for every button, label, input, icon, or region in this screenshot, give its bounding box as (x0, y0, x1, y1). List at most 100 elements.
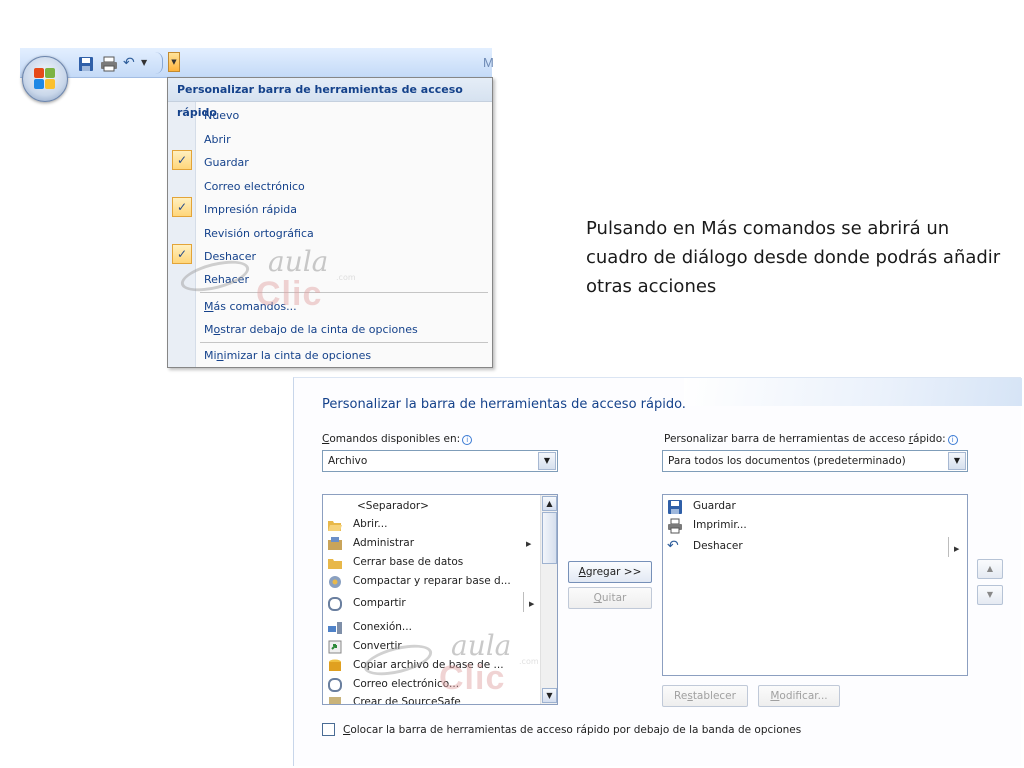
scroll-down-icon[interactable]: ▼ (542, 688, 557, 703)
sourcesafe-icon (329, 697, 341, 704)
share-icon (328, 597, 342, 611)
list-item-label: Administrar (353, 537, 415, 549)
manage-icon (328, 537, 342, 550)
mas-comandos-post: ás comandos... (213, 300, 297, 313)
customize-toolbar-label: Personalizar barra de herramientas de ac… (664, 433, 958, 445)
convert-icon (328, 640, 342, 654)
folder-open-icon (328, 521, 342, 531)
mas-comandos-key: M (204, 300, 214, 313)
scroll-up-icon[interactable]: ▲ (542, 496, 557, 511)
undo-icon: ↶ (667, 538, 679, 554)
submenu-arrow-icon: ▶ (526, 540, 532, 548)
reset-post: tablecer (692, 690, 736, 702)
move-up-button[interactable]: ▲ (977, 559, 1003, 579)
add-post: gregar >> (585, 566, 642, 578)
below-ribbon-checkbox[interactable] (322, 723, 335, 736)
modify-post: odificar... (779, 690, 828, 702)
remove-button[interactable]: Quitar (568, 587, 652, 609)
chevron-down-icon[interactable]: ▼ (538, 452, 556, 470)
menu-item-correo[interactable]: Correo electrónico (204, 180, 305, 193)
list-item-label: Deshacer (693, 540, 743, 552)
list-item-label: <Separador> (357, 500, 429, 512)
window-title-fragment: M (483, 55, 494, 70)
dialog-title: Personalizar la barra de herramientas de… (322, 397, 686, 412)
add-button[interactable]: Agregar >> (568, 561, 652, 583)
menu-item-guardar[interactable]: Guardar (204, 156, 249, 169)
customize-qat-dialog: Personalizar la barra de herramientas de… (293, 377, 1022, 766)
customize-label-pre: Personalizar barra de herramientas de ac… (664, 433, 909, 445)
scroll-thumb[interactable] (542, 512, 557, 564)
minimizar-key: n (216, 349, 224, 362)
save-icon[interactable] (78, 56, 94, 72)
below-ribbon-label[interactable]: Colocar la barra de herramientas de acce… (343, 724, 801, 736)
menu-item-deshacer[interactable]: Deshacer (204, 250, 256, 263)
info-icon[interactable]: i (947, 435, 958, 445)
connection-icon (328, 622, 342, 634)
commands-label-post: omandos disponibles en: (329, 433, 461, 445)
commands-available-select[interactable]: Archivo ▼ (322, 450, 558, 472)
copy-db-icon (329, 659, 341, 671)
list-item-label: Compactar y reparar base d... (353, 575, 511, 587)
check-icon: ✓ (172, 244, 192, 264)
list-item-label: Crear de SourceSafe (353, 696, 461, 705)
menu-item-minimizar[interactable]: Minimizar la cinta de opciones (204, 349, 371, 362)
commands-available-value: Archivo (328, 455, 368, 467)
mostrar-post: strar debajo de la cinta de opciones (220, 323, 418, 336)
list-item-label: Abrir... (353, 518, 388, 530)
list-item-label: Guardar (693, 500, 736, 512)
minimizar-pre: Mi (204, 349, 217, 362)
remove-post: uitar (601, 592, 627, 604)
minimizar-post: imizar la cinta de opciones (223, 349, 372, 362)
menu-gutter (168, 102, 196, 367)
office-button[interactable] (22, 56, 68, 102)
available-commands-list[interactable]: <Separador> Abrir... Administrar ▶ Cerra… (322, 494, 558, 705)
undo-icon[interactable]: ↶ (123, 55, 135, 71)
mostrar-pre: M (204, 323, 214, 336)
print-icon[interactable] (100, 56, 118, 72)
list-item-label: Copiar archivo de base de ... (353, 659, 504, 671)
menu-item-mostrar-debajo[interactable]: Mostrar debajo de la cinta de opciones (204, 323, 418, 336)
list-item-label: Convertir (353, 640, 402, 652)
customize-toolbar-select[interactable]: Para todos los documentos (predeterminad… (662, 450, 968, 472)
folder-close-icon (328, 559, 342, 569)
submenu-separator (523, 592, 524, 612)
list-item-label: Compartir (353, 597, 406, 609)
customize-label-post: ápido: (913, 433, 946, 445)
chevron-down-icon[interactable]: ▼ (948, 452, 966, 470)
toolbar-commands-list[interactable]: Guardar Imprimir... ↶ Deshacer ▶ (662, 494, 968, 676)
list-scrollbar[interactable]: ▲ ▼ (540, 495, 557, 704)
customize-qat-menu: Personalizar barra de herramientas de ac… (167, 77, 493, 368)
menu-divider (200, 342, 488, 343)
undo-dropdown-icon[interactable]: ▼ (141, 58, 147, 67)
list-item-label: Conexión... (353, 621, 412, 633)
add-key: A (578, 566, 586, 578)
menu-item-impresion-rapida[interactable]: Impresión rápida (204, 203, 297, 216)
menu-item-abrir[interactable]: Abrir (204, 133, 231, 146)
modify-button[interactable]: Modificar... (758, 685, 840, 707)
customize-toolbar-value: Para todos los documentos (predeterminad… (668, 455, 906, 467)
explanation-text: Pulsando en Más comandos se abrirá un cu… (586, 218, 1001, 297)
submenu-arrow-icon: ▶ (529, 600, 535, 608)
office-logo-icon (34, 68, 56, 90)
check-icon: ✓ (172, 150, 192, 170)
list-item-label: Correo electrónico... (353, 678, 460, 690)
list-item-label: Cerrar base de datos (353, 556, 464, 568)
menu-item-mas-comandos[interactable]: Más comandos... (204, 300, 297, 313)
commands-available-label: Comandos disponibles en: i (322, 433, 473, 445)
check-icon: ✓ (172, 197, 192, 217)
remove-key: Q (593, 592, 602, 604)
menu-divider (200, 292, 488, 293)
customize-toolbar-button[interactable]: ▼ (168, 52, 180, 72)
menu-item-nuevo[interactable]: Nuevo (204, 109, 239, 122)
menu-item-rehacer[interactable]: Rehacer (204, 273, 249, 286)
menu-item-revision[interactable]: Revisión ortográfica (204, 227, 314, 240)
info-icon[interactable]: i (462, 435, 473, 445)
reset-button[interactable]: Restablecer (662, 685, 748, 707)
move-down-button[interactable]: ▼ (977, 585, 1003, 605)
cb-post: olocar la barra de herramientas de acces… (350, 724, 802, 736)
reset-pre: Re (674, 690, 688, 702)
submenu-arrow-icon: ▶ (954, 545, 960, 553)
menu-title: Personalizar barra de herramientas de ac… (168, 78, 492, 119)
save-icon (668, 500, 682, 514)
compact-icon (329, 576, 341, 588)
